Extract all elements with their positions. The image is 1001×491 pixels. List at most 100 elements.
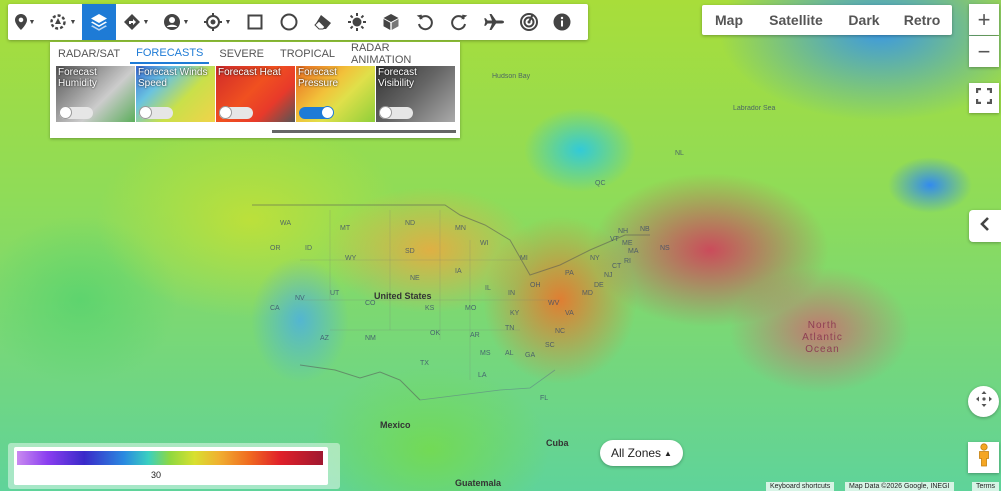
marker-dropdown-button[interactable]: ▼ xyxy=(8,4,42,40)
poi-dropdown-button[interactable]: ▼ xyxy=(42,4,82,40)
state-label: TN xyxy=(505,325,515,332)
all-zones-dropdown-button[interactable]: All Zones ▲ xyxy=(600,440,683,466)
radar-icon xyxy=(519,12,539,32)
eraser-button[interactable] xyxy=(306,4,340,40)
layer-toggle-pressure[interactable] xyxy=(299,106,334,119)
state-label: NV xyxy=(295,295,305,302)
map-type-retro-button[interactable]: Retro xyxy=(892,5,952,35)
state-label: WY xyxy=(345,255,357,262)
state-label: ME xyxy=(622,240,633,247)
layer-card-forecast-heat[interactable]: Forecast Heat xyxy=(216,66,295,122)
state-label: NY xyxy=(590,255,600,262)
state-label: NM xyxy=(365,335,376,342)
layer-card-title: Forecast Winds Speed xyxy=(138,67,208,89)
brightness-button[interactable] xyxy=(340,4,374,40)
state-label: MA xyxy=(628,248,639,255)
cube-icon xyxy=(382,13,400,31)
layer-card-title: Forecast Heat xyxy=(218,67,281,78)
state-label: GA xyxy=(525,352,536,359)
state-label: LA xyxy=(478,372,487,379)
user-dropdown-button[interactable]: ▼ xyxy=(156,4,196,40)
state-label: CA xyxy=(270,305,280,312)
state-label: PA xyxy=(565,270,574,277)
map-type-satellite-button[interactable]: Satellite xyxy=(756,5,836,35)
caret-up-icon: ▲ xyxy=(664,448,672,458)
label-mexico: Mexico xyxy=(380,420,411,430)
location-dropdown-button[interactable]: ▼ xyxy=(196,4,238,40)
map-marker-icon xyxy=(14,14,27,30)
state-label: DE xyxy=(594,282,604,289)
fullscreen-icon xyxy=(975,87,993,109)
layers-button[interactable] xyxy=(82,4,116,40)
legend-value: 30 xyxy=(151,470,162,480)
rectangle-icon xyxy=(247,14,263,30)
layers-panel: RADAR/SAT FORECASTS SEVERE TROPICAL RADA… xyxy=(50,42,460,138)
state-label: KY xyxy=(510,310,520,317)
state-label: RI xyxy=(624,258,631,265)
circle-icon xyxy=(280,13,298,31)
state-label: OR xyxy=(270,245,281,252)
legend-color-scale xyxy=(17,451,323,465)
pegman-icon xyxy=(977,443,991,472)
layer-card-forecast-winds-speed[interactable]: Forecast Winds Speed xyxy=(136,66,215,122)
label-labrador-sea: Labrador Sea xyxy=(733,105,776,112)
state-label: IN xyxy=(508,290,515,297)
directions-dropdown-button[interactable]: ▼ xyxy=(116,4,156,40)
directions-icon xyxy=(123,13,141,31)
chevron-left-icon xyxy=(979,216,991,236)
redo-button[interactable] xyxy=(442,4,476,40)
fullscreen-button[interactable] xyxy=(969,83,999,113)
draw-rectangle-button[interactable] xyxy=(238,4,272,40)
layer-card-forecast-humidity[interactable]: Forecast Humidity xyxy=(56,66,135,122)
map-type-dark-button[interactable]: Dark xyxy=(836,5,892,35)
flights-button[interactable] xyxy=(476,4,512,40)
layer-toggle-visibility[interactable] xyxy=(379,106,413,119)
side-panel-toggle-button[interactable] xyxy=(969,210,1001,242)
tab-forecasts[interactable]: FORECASTS xyxy=(130,44,210,64)
layer-toggle-winds-speed[interactable] xyxy=(139,106,173,119)
layer-toggle-heat[interactable] xyxy=(219,106,253,119)
state-label: SC xyxy=(545,342,555,349)
cards-scrollbar[interactable] xyxy=(272,130,456,133)
state-label: NE xyxy=(410,275,420,282)
3d-view-button[interactable] xyxy=(374,4,408,40)
layer-toggle-humidity[interactable] xyxy=(59,106,93,119)
state-label: ND xyxy=(405,220,416,227)
layer-card-title: Forecast Humidity xyxy=(58,67,97,89)
chevron-down-icon: ▼ xyxy=(142,18,150,26)
map-type-map-button[interactable]: Map xyxy=(702,5,756,35)
state-label: WA xyxy=(280,220,292,227)
layer-tabs: RADAR/SAT FORECASTS SEVERE TROPICAL RADA… xyxy=(50,42,460,66)
radar-button[interactable] xyxy=(512,4,546,40)
undo-button[interactable] xyxy=(408,4,442,40)
tab-radar-sat[interactable]: RADAR/SAT xyxy=(58,44,120,64)
layer-card-forecast-visibility[interactable]: Forecast Visibility xyxy=(376,66,455,122)
state-label: NH xyxy=(618,228,629,235)
street-view-pegman-button[interactable] xyxy=(968,442,999,473)
state-label: ID xyxy=(305,245,312,252)
info-button[interactable] xyxy=(546,4,578,40)
state-label: NS xyxy=(660,245,670,252)
zoom-in-button[interactable]: + xyxy=(969,4,999,35)
state-label: QC xyxy=(595,180,606,187)
brightness-icon xyxy=(347,12,367,32)
terms-link[interactable]: Terms xyxy=(972,482,1000,491)
forecast-layer-cards: Forecast Humidity Forecast Winds Speed F… xyxy=(50,66,460,122)
tab-tropical[interactable]: TROPICAL xyxy=(280,44,335,64)
pan-control-button[interactable] xyxy=(968,386,999,417)
redo-icon xyxy=(450,13,468,31)
state-label: MN xyxy=(455,225,466,232)
map-data-attribution: Map Data ©2026 Google, INEGI xyxy=(845,482,954,491)
state-label: KS xyxy=(425,305,435,312)
state-label: AR xyxy=(470,332,480,339)
layer-card-forecast-pressure[interactable]: Forecast Pressure xyxy=(296,66,375,122)
tab-severe[interactable]: SEVERE xyxy=(219,44,264,64)
state-label: NJ xyxy=(604,272,613,279)
chevron-down-icon: ▼ xyxy=(224,18,232,26)
state-label: AZ xyxy=(320,335,329,342)
zoom-out-button[interactable]: − xyxy=(969,36,999,67)
layers-icon xyxy=(90,13,108,31)
draw-circle-button[interactable] xyxy=(272,4,306,40)
keyboard-shortcuts-link[interactable]: Keyboard shortcuts xyxy=(766,482,835,491)
state-label: VA xyxy=(565,310,574,317)
